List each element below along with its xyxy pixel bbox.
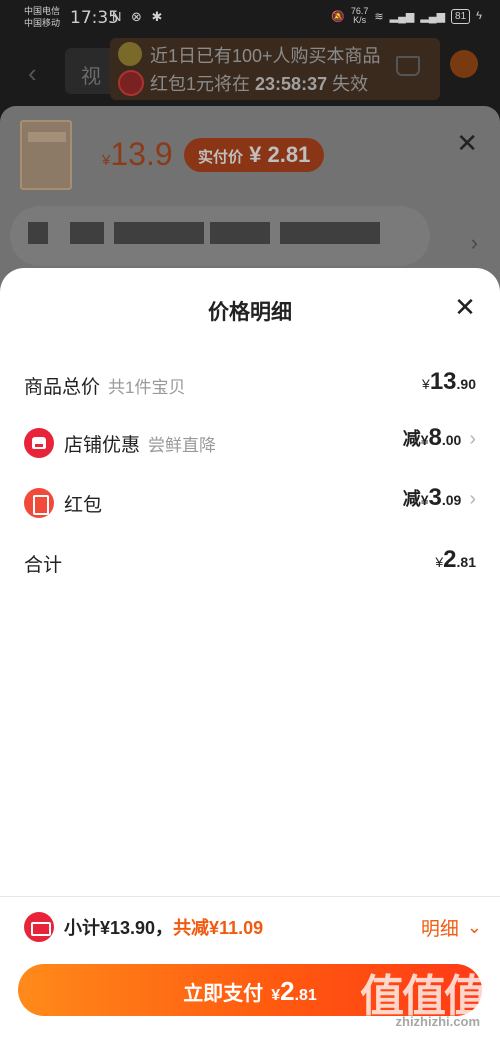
chevron-right-icon: › [469, 428, 476, 450]
close-icon: ✕ [456, 128, 478, 158]
total-reduction: 共减¥11.09 [173, 918, 264, 938]
system-indicators: 🔕 76.7 K/s ≋ ▂▄▆ ▂▄▆ 81 ϟ [331, 7, 482, 25]
blurred-block [28, 222, 48, 244]
row-label: 红包 [64, 494, 103, 516]
banner-line-2: 红包1元将在 23:58:37 失效 [150, 70, 368, 96]
avatar [450, 50, 478, 78]
actual-price-label: 实付价 [198, 149, 244, 166]
watermark-url: zhizhizhi.com [395, 1014, 481, 1029]
actual-price-value: ¥ 2.81 [249, 142, 311, 167]
banner-line-1: 近1日已有100+人购买本商品 [150, 46, 381, 66]
row-shop-discount[interactable]: 店铺优惠 尝鲜直降 减 ¥8.00 › [0, 420, 500, 460]
row-label: 合计 [24, 555, 63, 576]
subtotal-text: 小计¥13.90， [64, 918, 174, 938]
signal-icon: ▂▄▆ [389, 10, 415, 23]
amount-decimal: .90 [456, 376, 476, 392]
cart-icon [396, 56, 420, 76]
amount-integer: 8 [428, 424, 442, 451]
blurred-block [70, 222, 104, 244]
discount-prefix: 减 [402, 429, 421, 449]
wifi-icon: ≋ [374, 10, 384, 23]
row-goods-total: 商品总价 共1件宝贝 ¥13.90 [0, 364, 500, 404]
pay-label: 立即支付 [183, 983, 264, 1005]
product-thumbnail [20, 120, 72, 190]
amount-currency: ¥ [420, 492, 429, 508]
network-speed-unit: K/s [353, 15, 367, 25]
back-icon: ‹ [28, 58, 37, 88]
blurred-block [280, 222, 380, 244]
network-speed: 76.7 K/s [351, 7, 369, 25]
amount-currency: ¥ [420, 432, 429, 448]
red-packet-icon [24, 488, 54, 518]
product-price: ¥13.9 [102, 136, 173, 173]
charging-icon: ϟ [476, 10, 482, 22]
amount: ¥2.81 [435, 546, 476, 574]
row-label: 商品总价 [24, 377, 101, 398]
blurred-block [114, 222, 204, 244]
row-label: 店铺优惠 [64, 434, 141, 456]
pay-currency: ¥ [271, 987, 281, 1004]
discount-amount: 减 ¥3.09 › [403, 484, 476, 512]
price-value: 13.9 [110, 136, 173, 172]
row-total: 合计 ¥2.81 [0, 542, 500, 582]
amount-decimal: .09 [441, 492, 462, 508]
amount: ¥13.90 [422, 368, 476, 396]
chevron-down-icon: ⌄ [466, 917, 482, 937]
detail-label: 明细 [420, 919, 459, 940]
notification-icons: N ⊗ ✱ [112, 9, 166, 24]
battery-indicator: 81 [451, 8, 471, 24]
amount-currency: ¥ [422, 376, 430, 392]
amount-integer: 13 [429, 368, 457, 395]
blurred-block [210, 222, 270, 244]
close-button[interactable]: ✕ [450, 292, 480, 322]
amount-integer: 2 [443, 546, 457, 573]
countdown-timer: 23:58:37 [255, 74, 328, 94]
discount-amount: 减 ¥8.00 › [403, 424, 476, 452]
discount-prefix: 减 [402, 489, 421, 509]
panel-title: 价格明细 [208, 301, 292, 324]
coupon-icon [24, 912, 54, 942]
detail-toggle-button[interactable]: 明细 ⌄ [421, 914, 482, 941]
banner-prefix: 红包1元将在 [150, 74, 251, 94]
chevron-right-icon: › [469, 488, 476, 510]
row-sub: 共1件宝贝 [108, 378, 186, 397]
signal-icon-2: ▂▄▆ [420, 10, 446, 23]
amount-integer: 3 [428, 484, 442, 511]
blurred-address-row [10, 206, 430, 266]
row-sub: 尝鲜直降 [148, 435, 217, 455]
chevron-right-icon: › [470, 230, 478, 255]
carrier-info: 中国电信 中国移动 [24, 5, 60, 29]
fire-icon [118, 42, 142, 66]
banner-suffix: 失效 [332, 74, 369, 94]
amount-decimal: .81 [456, 554, 476, 570]
row-red-packet[interactable]: 红包 减 ¥3.09 › [0, 480, 500, 520]
carrier-1: 中国电信 [24, 6, 61, 16]
background-header: ‹ 视 近1日已有100+人购买本商品 红包1元将在 23:58:37 失效 [0, 36, 500, 106]
actual-price-pill: 实付价 ¥ 2.81 [184, 138, 325, 172]
subtotal-summary: 小计¥13.90， 共减¥11.09 [24, 912, 263, 942]
carrier-2: 中国移动 [24, 18, 61, 28]
watermark: 值值值 zhizhizhi.com [346, 960, 488, 1032]
status-bar: 中国电信 中国移动 17:35 N ⊗ ✱ 🔕 76.7 K/s ≋ ▂▄▆ ▂… [0, 0, 500, 36]
mute-icon: 🔕 [331, 10, 345, 23]
pay-amount-integer: 2 [280, 976, 295, 1006]
pay-amount-decimal: .81 [294, 987, 317, 1004]
promo-banner: 近1日已有100+人购买本商品 红包1元将在 23:58:37 失效 [110, 38, 440, 100]
footer-divider [0, 896, 500, 897]
red-packet-badge-icon [118, 70, 144, 96]
shop-icon [24, 428, 54, 458]
amount-decimal: .00 [441, 432, 462, 448]
amount-currency: ¥ [435, 554, 444, 570]
